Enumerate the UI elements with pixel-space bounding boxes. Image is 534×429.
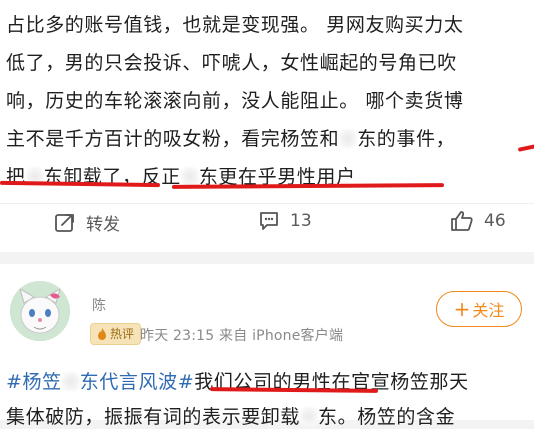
plus-icon: + <box>453 297 471 321</box>
repost-label: 转发 <box>86 215 120 235</box>
highlight-underline <box>517 144 534 152</box>
blurred-text <box>300 407 319 426</box>
post-text-line: 集体破防，振振有词的表示要卸载 东。杨笠的含金 <box>6 402 455 429</box>
comment-icon <box>260 212 278 230</box>
post-text-line: 低了，男的只会投诉、吓唬人，女性崛起的号角已吹 <box>6 52 457 74</box>
text-fragment: 东。杨笠的含金 <box>318 406 456 428</box>
repost-button[interactable]: 转发 <box>54 210 120 235</box>
follow-button[interactable]: + 关注 <box>436 291 522 327</box>
flame-icon <box>98 328 106 340</box>
like-count: 46 <box>484 211 506 231</box>
like-button[interactable]: 46 <box>450 210 506 232</box>
blurred-text <box>180 167 199 186</box>
action-bar: 转发 13 46 <box>0 203 534 244</box>
follow-label: 关注 <box>472 301 505 320</box>
avatar[interactable] <box>10 281 70 341</box>
post-text-line: 占比多的账号值钱，也就是变现强。 男网友购买力太 <box>6 14 464 36</box>
post-card-1: 占比多的账号值钱，也就是变现强。 男网友购买力太 低了，男的只会投诉、吓唬人，女… <box>0 0 534 252</box>
comment-button[interactable]: 13 <box>258 210 312 232</box>
post-text-line: 主不是千方百计的吸女粉，看完杨笠和 东的事件， <box>6 124 455 151</box>
text-fragment: 主不是千方百计的吸女粉，看完杨笠和 <box>6 128 340 150</box>
post-meta: 昨天 23:15 来自 iPhone客户端 <box>140 328 344 344</box>
blurred-text <box>339 129 358 148</box>
topic-hashtag[interactable]: #杨笠 东代言风波# <box>6 371 194 393</box>
hot-comment-badge: 热评 <box>90 323 142 345</box>
thumbs-up-icon <box>451 211 473 231</box>
blurred-text <box>61 372 80 391</box>
badge-label: 热评 <box>110 327 135 341</box>
post-text-line: 响，历史的车轮滚滚向前，没人能阻止。 哪个卖货博 <box>6 90 464 112</box>
text-fragment: 集体破防，振振有词的表示要卸载 <box>6 406 301 428</box>
comment-count: 13 <box>290 211 312 231</box>
repost-icon <box>55 213 74 232</box>
username[interactable]: 陈 <box>92 295 106 315</box>
cat-avatar-icon <box>10 281 70 341</box>
text-fragment: 东的事件， <box>357 128 456 150</box>
